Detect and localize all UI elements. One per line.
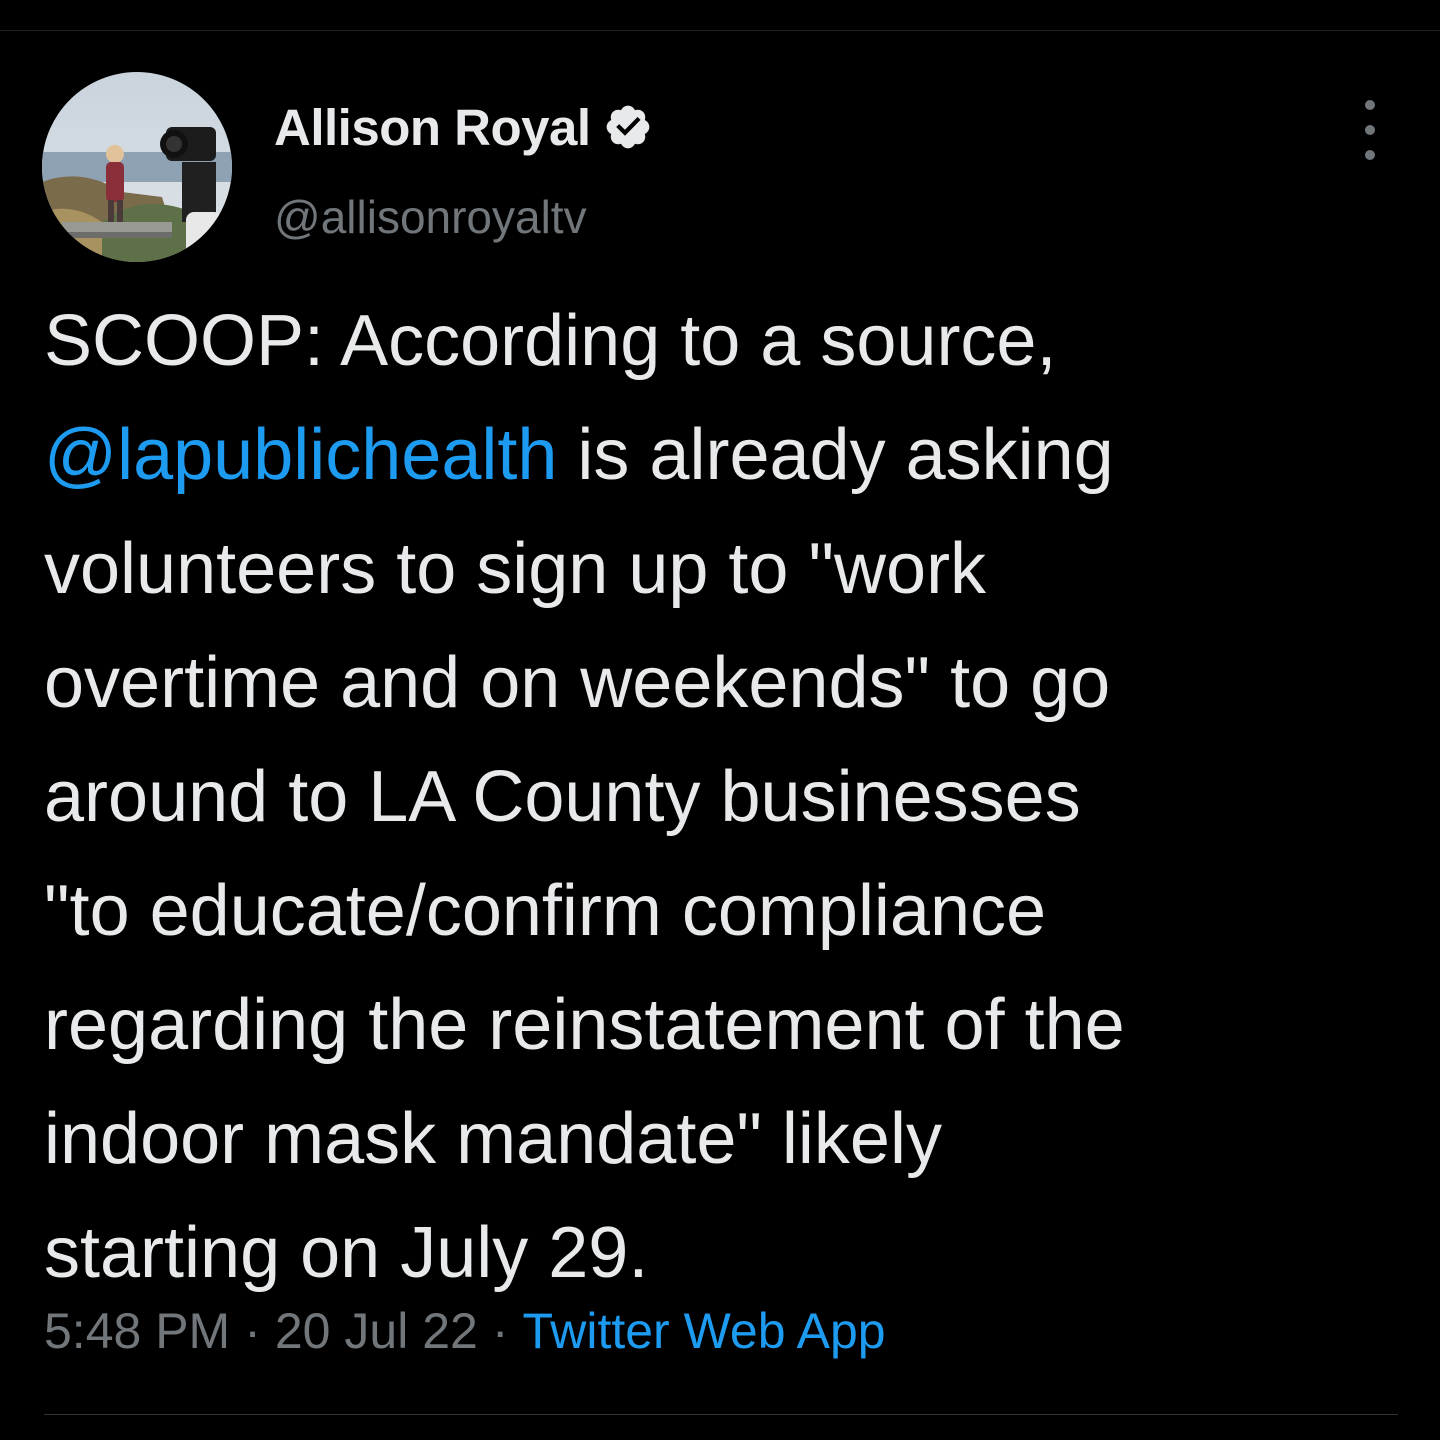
tweet-line: SCOOP: According to a source, (44, 284, 1424, 398)
meta-separator: · (244, 1303, 261, 1359)
author-name-row[interactable]: Allison Royal (274, 92, 653, 162)
more-dot-icon (1365, 150, 1375, 160)
more-dot-icon (1365, 125, 1375, 135)
tweet-meta: 5:48 PM · 20 Jul 22 · Twitter Web App (44, 1302, 886, 1360)
tweet-text-segment: is already asking (557, 415, 1114, 495)
tweet-text-segment: overtime and on weekends" to go (44, 643, 1111, 723)
tweet-text: SCOOP: According to a source, @lapublich… (44, 284, 1424, 1310)
more-options-button[interactable] (1352, 100, 1388, 160)
mention-link[interactable]: @lapublichealth (44, 415, 557, 495)
verified-badge-icon (606, 105, 649, 149)
bottom-divider (44, 1414, 1398, 1415)
tweet-text-segment: SCOOP: According to a source, (44, 301, 1057, 381)
tweet-source-link[interactable]: Twitter Web App (522, 1303, 885, 1359)
author-handle[interactable]: @allisonroyaltv (274, 190, 587, 244)
avatar-photo (42, 72, 232, 262)
tweet-line: overtime and on weekends" to go (44, 626, 1424, 740)
tweet-date[interactable]: 20 Jul 22 (275, 1303, 478, 1359)
tweet-text-segment: regarding the reinstatement of the (44, 985, 1125, 1065)
tweet-line: @lapublichealth is already asking (44, 398, 1424, 512)
tweet-text-segment: "to educate/confirm compliance (44, 871, 1047, 951)
meta-separator: · (491, 1303, 509, 1359)
tweet-line: around to LA County businesses (44, 740, 1424, 854)
tweet-line: starting on July 29. (44, 1196, 1424, 1310)
tweet-text-segment: starting on July 29. (44, 1213, 649, 1293)
tweet-text-segment: volunteers to sign up to "work (44, 529, 987, 609)
tweet-time[interactable]: 5:48 PM (44, 1303, 230, 1359)
tweet-text-segment: around to LA County businesses (44, 757, 1081, 837)
tweet-text-segment: indoor mask mandate" likely (44, 1099, 942, 1179)
tweet-line: regarding the reinstatement of the (44, 968, 1424, 1082)
more-dot-icon (1365, 100, 1375, 110)
top-divider (0, 30, 1440, 31)
avatar[interactable] (42, 72, 232, 262)
display-name[interactable]: Allison Royal (274, 98, 591, 157)
tweet-line: "to educate/confirm compliance (44, 854, 1424, 968)
tweet-line: volunteers to sign up to "work (44, 512, 1424, 626)
tweet-line: indoor mask mandate" likely (44, 1082, 1424, 1196)
